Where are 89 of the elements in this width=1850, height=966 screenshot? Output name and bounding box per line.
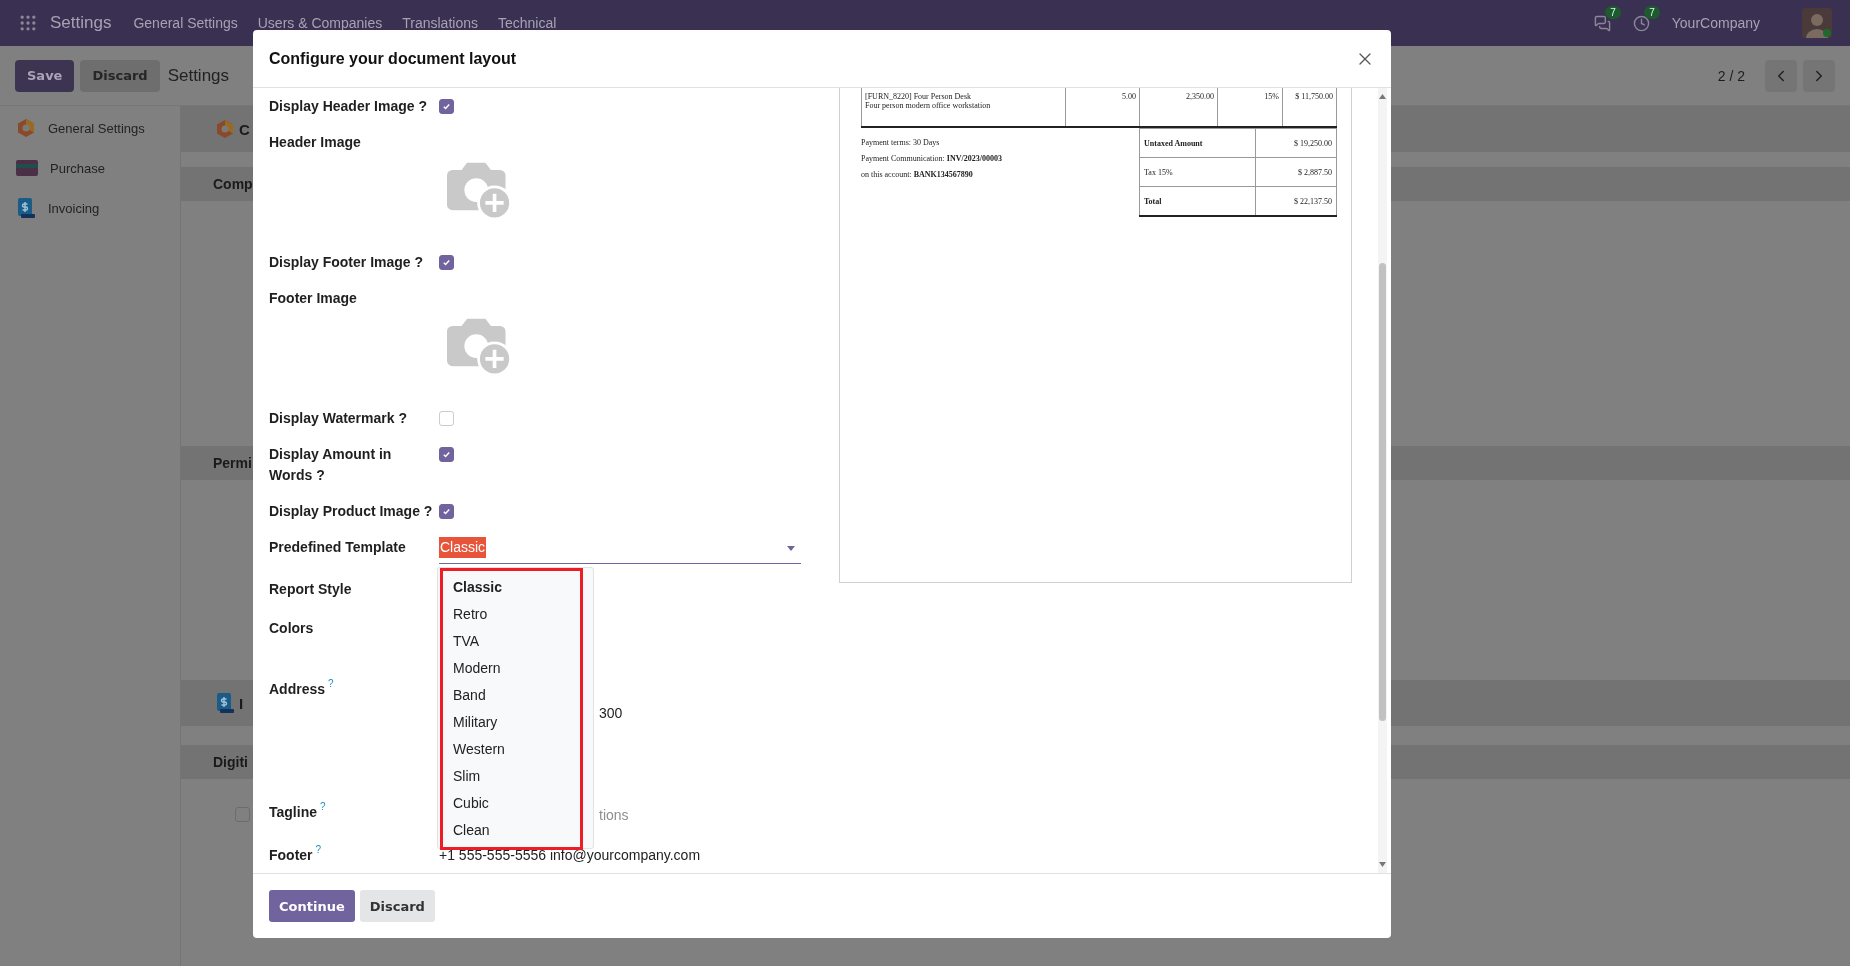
discard-button[interactable]: Discard (80, 59, 160, 92)
total-label: Total (1144, 196, 1162, 206)
dropdown-option[interactable]: Military (438, 709, 593, 736)
checkbox[interactable] (439, 447, 454, 462)
table-cell: 2,350.00 (1186, 92, 1214, 101)
dialog-title: Configure your document layout (269, 49, 517, 68)
select-field[interactable]: Classic (439, 537, 801, 564)
dropdown-option[interactable]: Western (438, 736, 593, 763)
address-text: 300 (599, 704, 623, 723)
dropdown-option[interactable]: TVA (438, 628, 593, 655)
checkbox[interactable] (439, 504, 454, 519)
tagline-input[interactable]: tions (599, 805, 629, 826)
field-label: Footer Image (269, 289, 358, 308)
section-title: C (239, 120, 250, 138)
arrow-up-icon[interactable] (1379, 94, 1386, 99)
sidebar-item[interactable]: General Settings (0, 116, 180, 140)
field-label: Display Amount in Words ? (269, 445, 393, 485)
table-cell: $ 11,750.00 (1295, 92, 1333, 101)
dollar-document-icon (16, 197, 36, 219)
arrow-down-icon[interactable] (1379, 862, 1386, 867)
dropdown-option[interactable]: Modern (438, 655, 593, 682)
dropdown-option[interactable]: Slim (438, 763, 593, 790)
continue-button[interactable]: Continue (269, 890, 355, 922)
menu-item[interactable]: Translations (402, 15, 478, 31)
field-label: Display Watermark ? (269, 409, 408, 428)
footer-text: +1 555-555-5556 info@yourcompany.com (439, 846, 701, 865)
section-title: I (239, 694, 244, 712)
menu-item[interactable]: General Settings (133, 15, 238, 31)
page-title: Settings (167, 65, 230, 86)
check-icon (442, 258, 451, 267)
pager-text: 2 / 2 (1717, 67, 1745, 84)
sidebar-item[interactable]: Purchase (0, 156, 180, 180)
help-mark[interactable]: ? (315, 845, 322, 855)
dropdown-option[interactable]: Retro (438, 601, 593, 628)
count-badge: 7 (1605, 5, 1621, 19)
dropdown-option[interactable]: Classic (438, 574, 593, 601)
sidebar-item[interactable]: Invoicing (0, 196, 180, 220)
avatar[interactable] (1802, 8, 1832, 38)
product-description: Four person modern office workstation (865, 101, 991, 110)
field-label: Report Style (269, 580, 353, 599)
menu-item[interactable]: Users & Companies (257, 15, 383, 31)
total-value: $ 2,887.50 (1298, 167, 1332, 177)
dropdown-option[interactable]: Cubic (438, 790, 593, 817)
checkbox[interactable] (439, 99, 454, 114)
app-name[interactable]: Settings (50, 13, 112, 33)
field-label: Display Header Image ? (269, 97, 428, 116)
payment-note: Payment terms: 30 Days (861, 138, 941, 148)
field-label: Address (269, 680, 326, 699)
dropdown-option[interactable]: Clean (438, 817, 593, 844)
section-title: Permi (213, 455, 252, 471)
field-label: Header Image (269, 133, 362, 152)
dropdown-option[interactable]: Band (438, 682, 593, 709)
field-label: Tagline (269, 803, 317, 822)
save-button[interactable]: Save (15, 59, 75, 92)
check-icon (442, 450, 451, 459)
total-value: $ 22,137.50 (1294, 196, 1332, 206)
product-name: [FURN_8220] Four Person Desk (865, 92, 972, 101)
help-mark[interactable]: ? (319, 802, 326, 812)
section-title: Comp (213, 176, 253, 192)
chat-icon[interactable] (1593, 14, 1611, 32)
total-label: Tax 15% (1144, 167, 1173, 177)
discard-button[interactable]: Discard (359, 890, 435, 922)
menu-item[interactable]: Technical (498, 15, 557, 31)
company-name[interactable]: YourCompany (1671, 15, 1760, 31)
clock-icon[interactable] (1632, 14, 1650, 32)
check-icon (442, 507, 451, 516)
scrollbar[interactable] (1378, 88, 1387, 873)
table-cell: 5.00 (1122, 92, 1136, 101)
field-label: Display Footer Image ? (269, 253, 425, 272)
table-cell: 15% (1264, 92, 1279, 101)
field-label: Predefined Template (269, 538, 407, 557)
caret-icon[interactable] (787, 546, 795, 551)
total-value: $ 19,250.00 (1294, 138, 1332, 148)
apps-menu-icon[interactable] (18, 13, 38, 33)
field-label: Display Product Image ? (269, 502, 434, 521)
help-mark[interactable]: ? (328, 679, 334, 689)
count-badge: 7 (1644, 5, 1660, 19)
section-title: Digiti (213, 754, 248, 770)
hexagon-icon (215, 119, 235, 139)
field-label: Colors (269, 619, 315, 638)
hexagon-icon (16, 118, 36, 138)
total-label: Untaxed Amount (1144, 138, 1203, 148)
payment-note: Payment Communication: INV/2023/00003 (861, 154, 1003, 164)
payment-note: on this account: BANK134567890 (861, 170, 974, 180)
checkbox[interactable] (439, 255, 454, 270)
card-icon (16, 160, 38, 176)
check-icon (442, 102, 451, 111)
field-label: Footer (269, 846, 313, 865)
dollar-document-icon (215, 692, 235, 714)
